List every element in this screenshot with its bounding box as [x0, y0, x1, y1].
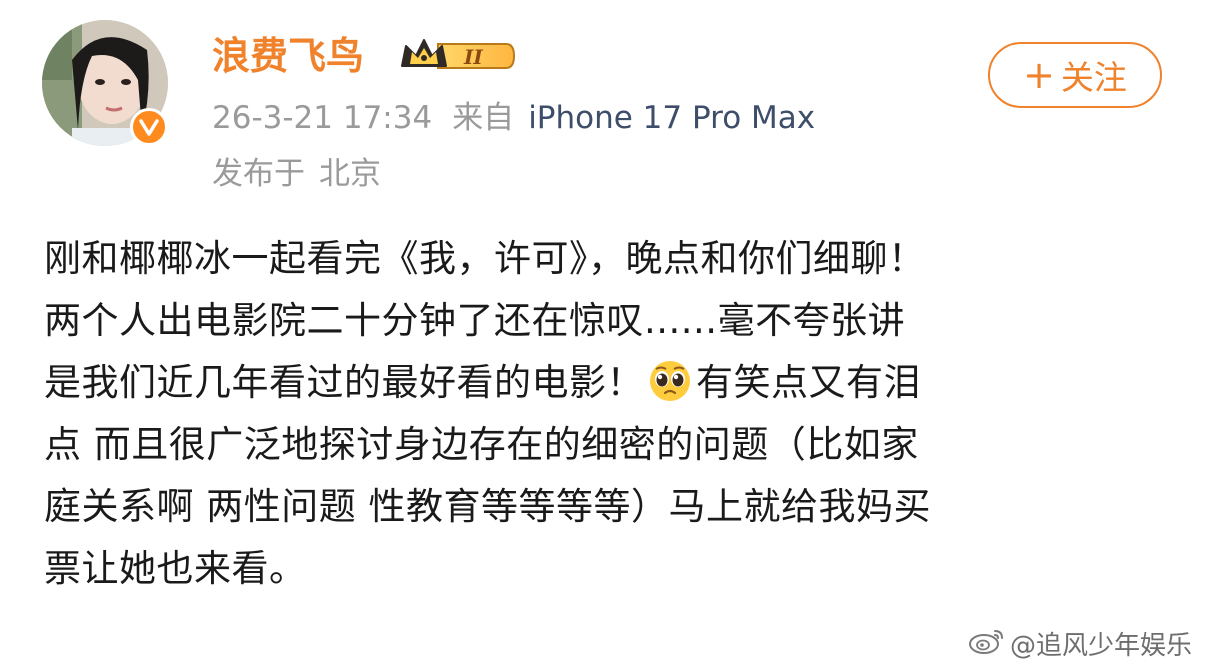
post-text: 刚和椰椰冰一起看完《我，许可》，晚点和你们细聊！ 两个人出电影院二十分钟了还在惊…: [44, 228, 1174, 600]
post-text-line: 是我们近几年看过的最好看的电影！ 有笑点又有泪: [44, 352, 1174, 414]
post-text-line: 点 而且很广泛地探讨身边存在的细密的问题（比如家: [44, 423, 919, 466]
vip-crown-badge-icon[interactable]: II: [398, 36, 518, 76]
post-text-segment: 是我们近几年看过的最好看的电影！: [44, 361, 644, 404]
device-link[interactable]: iPhone 17 Pro Max: [528, 100, 815, 136]
follow-label: 关注: [1060, 58, 1127, 97]
post-text-line: 庭关系啊 两性问题 性教育等等等等）马上就给我妈买: [44, 485, 932, 528]
verified-v-icon: [130, 108, 168, 146]
post-text-line: 票让她也来看。: [44, 547, 307, 590]
location-prefix: 发布于: [212, 156, 305, 192]
pleading-face-emoji-icon: [648, 359, 692, 403]
post-meta: 26-3-21 17:34 来自 iPhone 17 Pro Max: [212, 96, 815, 140]
watermark-text: @追风少年娱乐: [1009, 631, 1192, 661]
weibo-logo-icon: [968, 625, 1006, 662]
author-name[interactable]: 浪费飞鸟: [212, 30, 364, 82]
post-text-segment: 有笑点又有泪: [696, 361, 921, 404]
post-text-line: 刚和椰椰冰一起看完《我，许可》，晚点和你们细聊！: [44, 237, 926, 280]
plus-icon: +: [1023, 53, 1055, 97]
post-text-line: 两个人出电影院二十分钟了还在惊叹......毫不夸张讲: [44, 299, 906, 342]
timestamp: 26-3-21 17:34: [212, 100, 433, 136]
follow-button[interactable]: + 关注: [988, 42, 1162, 108]
post-location: 发布于 北京: [212, 152, 381, 196]
watermark: @追风少年娱乐: [968, 625, 1192, 662]
source-prefix: 来自: [452, 100, 515, 136]
weibo-post-card: 浪费飞鸟 II 26-3-21 17:34 来自 iPhone 17 Pro Max…: [0, 0, 1206, 672]
vip-level-text: II: [463, 45, 483, 69]
location: 北京: [319, 156, 381, 192]
